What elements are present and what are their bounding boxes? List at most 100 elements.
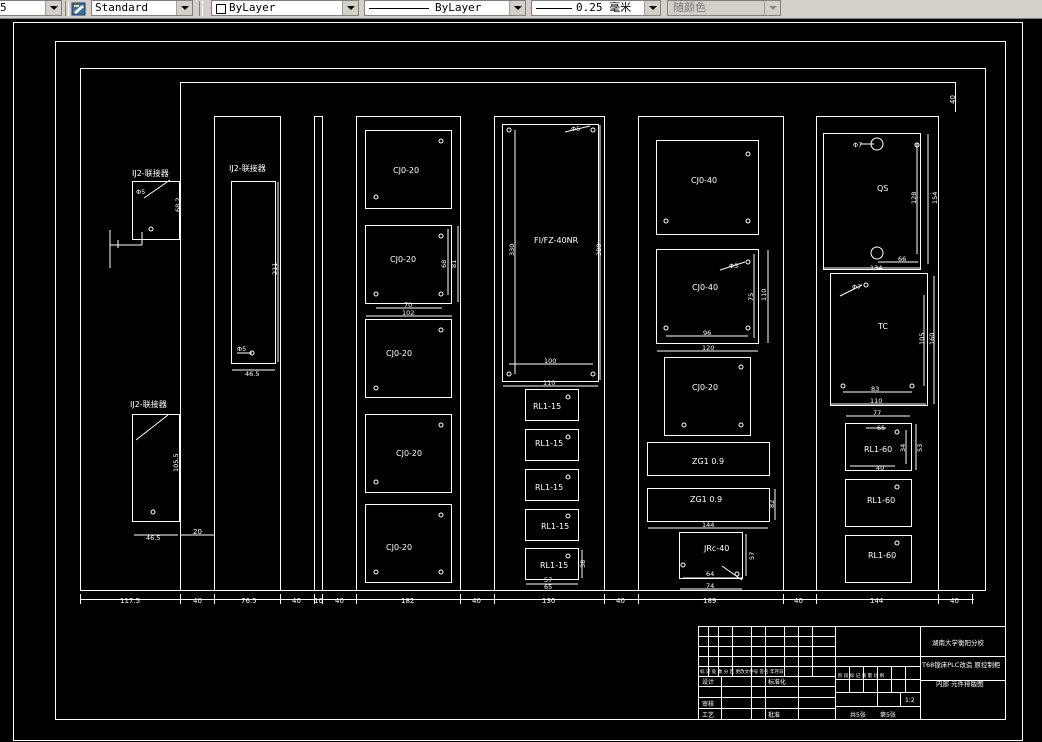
hole-icon xyxy=(438,327,444,333)
dim-text: 154 xyxy=(931,192,939,204)
dim-text: 144 xyxy=(702,521,714,529)
hole-icon xyxy=(565,434,571,440)
text-style-combo[interactable]: Standard xyxy=(91,0,193,16)
chevron-down-icon[interactable] xyxy=(509,1,525,15)
approve-label: 批准 xyxy=(768,711,780,719)
plot-style-combo: 随颜色 xyxy=(667,0,781,16)
dim-text: 117.5 xyxy=(120,597,140,605)
dim-text: 40 xyxy=(949,95,957,104)
dim-text: 40 xyxy=(472,597,481,605)
hole-icon xyxy=(734,571,740,577)
drawing-title-line1: T68镗床PLC改造 原控制柜 xyxy=(921,660,1001,669)
chevron-down-icon[interactable] xyxy=(176,1,192,15)
hole-icon xyxy=(438,569,444,575)
dim-text: 380 xyxy=(595,244,603,256)
hole-icon xyxy=(373,479,379,485)
contactor-cj0-20-c xyxy=(664,357,751,436)
label-tc: TC xyxy=(877,322,888,331)
layer-state-combo[interactable]: 5 xyxy=(0,0,62,16)
dim-text: 40 xyxy=(876,464,884,472)
dim-text: 81 xyxy=(450,260,458,268)
hole-icon xyxy=(565,553,571,559)
label-cj0-2: CJ0-20 xyxy=(390,255,416,264)
linetype-combo[interactable]: ByLayer xyxy=(364,0,526,16)
label-rl60-2: RL1-60 xyxy=(867,496,895,505)
dim-text: 76.5 xyxy=(241,597,257,605)
label-rl60-1: RL1-60 xyxy=(864,445,892,454)
hole-icon xyxy=(909,383,915,389)
label-rl60-3: RL1-60 xyxy=(868,551,896,560)
sheet-number: 第5张 xyxy=(880,711,896,719)
hole-icon xyxy=(663,325,669,331)
dim-text: 120 xyxy=(702,344,714,352)
chevron-down-icon[interactable] xyxy=(45,1,61,15)
terminal-strip xyxy=(231,181,276,364)
hole-icon xyxy=(681,422,687,428)
hole-icon xyxy=(745,218,751,224)
hole-icon xyxy=(590,371,596,377)
drawing-title-line2: 内部 元件排版图 xyxy=(936,679,984,688)
panel-outline xyxy=(80,68,986,591)
hole-icon xyxy=(565,394,571,400)
school-name: 湖南大学衡阳分校 xyxy=(932,638,985,647)
dim-text: 77 xyxy=(873,409,881,417)
color-value: ByLayer xyxy=(229,1,276,14)
dim-text: 68 xyxy=(440,260,448,268)
linetype-preview-icon xyxy=(369,8,429,9)
dim-text: 82 xyxy=(768,500,776,508)
lineweight-combo[interactable]: 0.25 毫米 xyxy=(531,0,661,16)
dim-text: Φ7 xyxy=(852,283,861,291)
label-jr: JRc-40 xyxy=(703,544,729,553)
mounting-holes xyxy=(148,127,920,577)
drawing-canvas[interactable]: IJ2-联接器 IJ2-联接器 IJ2-联接器 CJ0-20 CJ0-20 CJ… xyxy=(0,18,1042,742)
layer-state-value: 5 xyxy=(0,1,7,14)
text-style-icon[interactable] xyxy=(71,1,86,16)
stage-header: 阶 段 标 记 质 量 比 例 xyxy=(838,672,885,679)
hole-icon xyxy=(745,325,751,331)
hole-icon xyxy=(745,151,751,157)
label-cj0-4: CJ0-20 xyxy=(396,449,422,458)
dim-text: 40 xyxy=(292,597,301,605)
label-cj0-1: CJ0-20 xyxy=(393,166,419,175)
dim-text: 68.2 xyxy=(174,198,182,212)
dim-text: 96 xyxy=(703,329,711,337)
chevron-down-icon xyxy=(764,1,780,15)
hole-icon xyxy=(565,474,571,480)
lineweight-value: 0.25 毫米 xyxy=(576,1,632,14)
hole-icon xyxy=(438,422,444,428)
label-cj0-3: CJ0-20 xyxy=(386,349,412,358)
toolbar-separator xyxy=(65,1,69,16)
chevron-down-icon[interactable] xyxy=(644,1,660,15)
color-swatch-icon xyxy=(216,4,226,14)
color-combo[interactable]: ByLayer xyxy=(211,0,359,16)
wire-duct xyxy=(314,116,323,591)
hole-icon xyxy=(663,218,669,224)
hole-icon xyxy=(438,138,444,144)
label-rl1-1: RL1-15 xyxy=(533,402,561,411)
dim-text: 144 xyxy=(870,597,884,605)
dim-text: Φ5 xyxy=(237,345,246,353)
dim-text: 66 xyxy=(898,255,906,263)
properties-toolbar: 5 Standard ByLayer ByLayer 0.25 毫米 随颜色 xyxy=(0,0,1042,19)
dim-text: 130 xyxy=(542,597,555,605)
dim-text: Φ5 xyxy=(729,262,738,270)
contactor-cj0-40-1 xyxy=(656,140,759,235)
dim-text: 75 xyxy=(747,293,755,301)
design-label: 设计 xyxy=(702,678,714,686)
dim-text: 10 xyxy=(314,597,323,605)
hole-icon xyxy=(894,540,900,546)
hole-icon xyxy=(148,226,154,232)
dim-text: 70 xyxy=(404,301,412,309)
chevron-down-icon[interactable] xyxy=(342,1,358,15)
hole-icon xyxy=(373,569,379,575)
hole-icon xyxy=(840,383,846,389)
dim-text: 38 xyxy=(579,560,587,568)
dim-text: 110 xyxy=(760,289,768,301)
hole-icon xyxy=(870,246,884,260)
dim-text: 160 xyxy=(928,333,936,345)
leader-line xyxy=(143,179,171,199)
dim-text: 110 xyxy=(870,397,882,405)
dim-text: 40 xyxy=(335,597,344,605)
linetype-value: ByLayer xyxy=(435,1,482,14)
dim-text: 189 xyxy=(703,597,716,605)
